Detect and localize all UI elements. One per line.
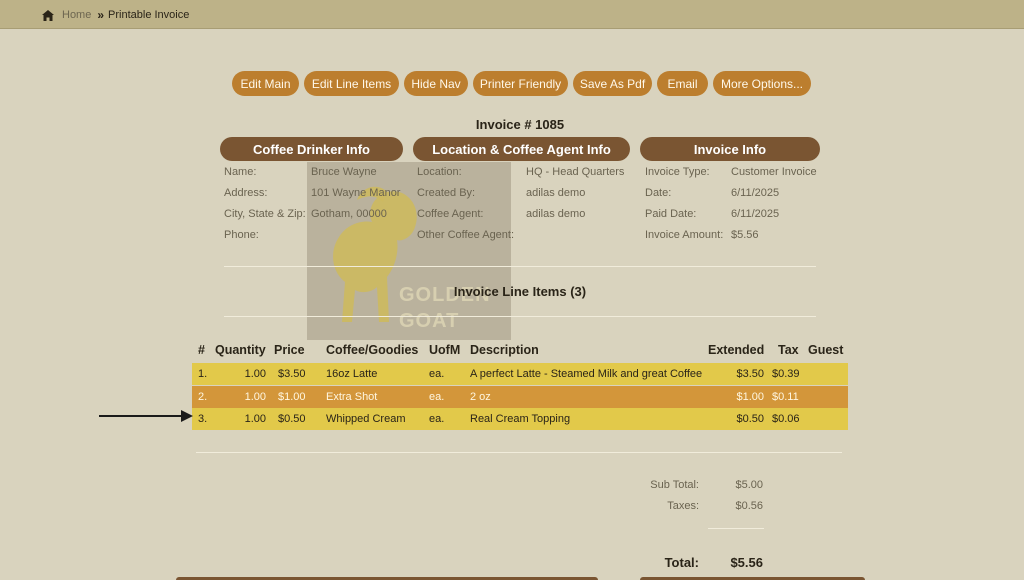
row-price: $3.50 [278, 368, 306, 380]
row-tax: $0.11 [772, 391, 799, 403]
action-toolbar: Edit Main Edit Line Items Hide Nav Print… [232, 71, 811, 96]
breadcrumb-current: Printable Invoice [108, 9, 190, 21]
row-extended: $3.50 [736, 368, 764, 380]
col-header-description: Description [470, 343, 539, 357]
table-row[interactable]: 3. 1.00 $0.50 Whipped Cream ea. Real Cre… [192, 408, 848, 430]
col-header-quantity: Quantity [215, 343, 266, 357]
other-coffee-agent-label: Other Coffee Agent: [417, 229, 515, 241]
date-value: 6/11/2025 [731, 187, 780, 199]
more-options-button[interactable]: More Options... [713, 71, 811, 96]
row-number: 1. [198, 368, 208, 380]
invoice-type-value: Customer Invoice [731, 166, 817, 178]
invoice-amount-label: Invoice Amount: [645, 229, 724, 241]
row-number: 2. [198, 391, 208, 403]
row-tax: $0.39 [772, 368, 800, 380]
invoice-type-label: Invoice Type: [645, 166, 710, 178]
col-header-number: # [198, 343, 205, 357]
invoice-title: Invoice # 1085 [475, 117, 565, 132]
city-state-zip-value: Gotham, 00000 [311, 208, 387, 220]
col-header-price: Price [274, 343, 305, 357]
row-description: A perfect Latte - Steamed Milk and great… [470, 368, 703, 380]
save-as-pdf-button[interactable]: Save As Pdf [573, 71, 652, 96]
col-header-tax: Tax [778, 343, 799, 357]
location-agent-info-header: Location & Coffee Agent Info [413, 137, 630, 161]
row-uofm: ea. [429, 368, 445, 380]
email-button[interactable]: Email [657, 71, 708, 96]
row-description: Real Cream Topping [470, 413, 571, 425]
paid-date-value: 6/11/2025 [731, 208, 780, 220]
taxes-value: $0.56 [735, 500, 763, 512]
divider [708, 528, 764, 529]
col-header-guest: Guest [808, 343, 844, 357]
hide-nav-button[interactable]: Hide Nav [404, 71, 468, 96]
name-label: Name: [224, 166, 257, 178]
row-quantity: 1.00 [244, 413, 266, 425]
edit-line-items-button[interactable]: Edit Line Items [304, 71, 399, 96]
row-quantity: 1.00 [244, 368, 266, 380]
col-header-extended: Extended [708, 343, 765, 357]
invoice-amount-value: $5.56 [731, 229, 759, 241]
phone-label: Phone: [224, 229, 259, 241]
city-state-zip-label: City, State & Zip: [224, 208, 306, 220]
chevron-right-icon: » [97, 8, 104, 22]
subtotal-value: $5.00 [735, 479, 763, 491]
divider [196, 452, 842, 453]
coffee-drinker-info-header: Coffee Drinker Info [220, 137, 403, 161]
address-label: Address: [224, 187, 268, 199]
name-value: Bruce Wayne [311, 166, 377, 178]
row-number: 3. [198, 413, 208, 425]
row-price: $1.00 [278, 391, 306, 403]
breadcrumb: Home » Printable Invoice [42, 8, 189, 22]
coffee-agent-value: adilas demo [526, 208, 586, 220]
row-item: 16oz Latte [326, 368, 378, 380]
printer-friendly-button[interactable]: Printer Friendly [473, 71, 568, 96]
top-bar: Home » Printable Invoice [0, 0, 1024, 29]
row-price: $0.50 [278, 413, 306, 425]
home-icon[interactable] [42, 9, 54, 21]
table-row[interactable]: 1. 1.00 $3.50 16oz Latte ea. A perfect L… [192, 363, 848, 385]
row-item: Extra Shot [326, 391, 378, 403]
breadcrumb-home-link[interactable]: Home [62, 9, 91, 21]
date-label: Date: [645, 187, 672, 199]
col-header-coffee-goodies: Coffee/Goodies [326, 343, 419, 357]
table-row[interactable]: 2. 1.00 $1.00 Extra Shot ea. 2 oz $1.00 … [192, 386, 848, 408]
row-extended: $0.50 [736, 413, 764, 425]
taxes-label: Taxes: [667, 500, 699, 512]
created-by-label: Created By: [417, 187, 476, 199]
divider [224, 266, 816, 267]
created-by-value: adilas demo [526, 187, 586, 199]
row-item: Whipped Cream [326, 413, 406, 425]
address-value: 101 Wayne Manor [311, 187, 401, 199]
watermark-text-line2: GOAT [399, 310, 460, 332]
row-quantity: 1.00 [244, 391, 266, 403]
row-tax: $0.06 [772, 413, 800, 425]
col-header-uofm: UofM [429, 343, 461, 357]
invoice-info-header: Invoice Info [640, 137, 820, 161]
divider [224, 316, 816, 317]
row-uofm: ea. [429, 391, 445, 403]
location-label: Location: [417, 166, 462, 178]
location-value: HQ - Head Quarters [526, 166, 625, 178]
subtotal-label: Sub Total: [650, 479, 699, 491]
total-label: Total: [664, 555, 699, 570]
edit-main-button[interactable]: Edit Main [232, 71, 299, 96]
row-description: 2 oz [470, 391, 491, 403]
total-value: $5.56 [730, 555, 763, 570]
paid-date-label: Paid Date: [645, 208, 697, 220]
coffee-agent-label: Coffee Agent: [417, 208, 484, 220]
row-extended: $1.00 [736, 391, 764, 403]
line-items-title: Invoice Line Items (3) [453, 284, 587, 299]
arrow-right-icon [99, 410, 193, 422]
row-uofm: ea. [429, 413, 445, 425]
